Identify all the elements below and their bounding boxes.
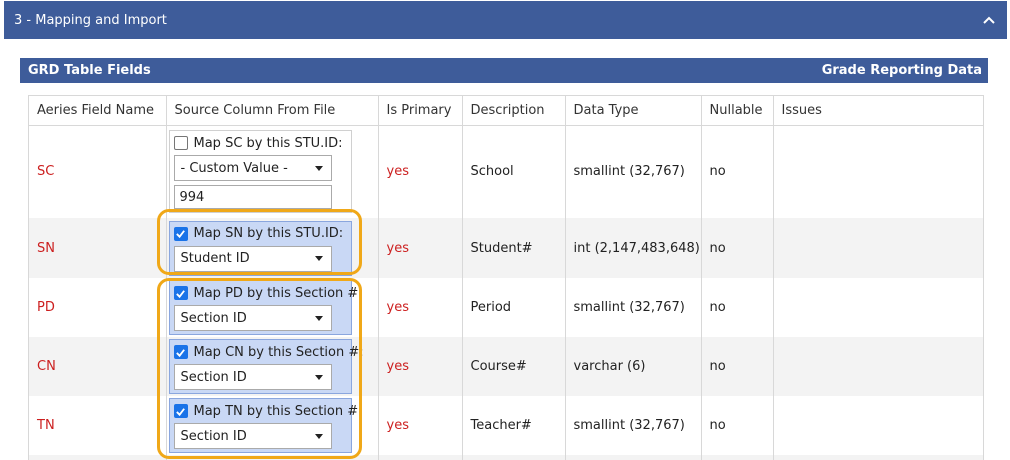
data-type: smallint (32,767) bbox=[565, 278, 702, 337]
is-primary: yes bbox=[378, 396, 463, 455]
map-label: Map SN by this STU.ID: bbox=[193, 226, 344, 241]
is-primary: yes bbox=[378, 125, 463, 218]
field-name: PD bbox=[29, 278, 167, 337]
col-header-source-column: Source Column From File bbox=[166, 96, 379, 126]
dropdown-arrow-icon bbox=[314, 374, 323, 380]
map-box-cn: Map CN by this Section #: Section ID bbox=[168, 339, 364, 394]
select-value: Student ID bbox=[180, 251, 250, 266]
section-header-mapping-import[interactable]: 3 - Mapping and Import bbox=[4, 1, 1007, 39]
nullable: no bbox=[701, 337, 774, 396]
field-name: TN bbox=[29, 396, 167, 455]
map-checkbox-pd[interactable] bbox=[173, 286, 188, 300]
field-name: SC bbox=[29, 125, 167, 218]
is-primary: yes bbox=[378, 278, 463, 337]
field-name: SN bbox=[29, 218, 167, 278]
map-checkbox-sc[interactable] bbox=[173, 136, 188, 151]
panel-subtitle: Grade Reporting Data bbox=[821, 63, 982, 78]
is-primary: yes bbox=[378, 337, 463, 396]
col-header-description: Description bbox=[462, 96, 566, 126]
data-type: int (2,147,483,648) bbox=[565, 218, 702, 278]
issues bbox=[773, 396, 983, 455]
panel-title: GRD Table Fields bbox=[28, 63, 151, 78]
is-primary: yes bbox=[378, 218, 463, 278]
map-checkbox-tn[interactable] bbox=[173, 404, 188, 418]
map-box-tn: Map TN by this Section #: Section ID bbox=[168, 398, 363, 453]
select-value: Section ID bbox=[180, 428, 247, 444]
map-box-pd: Map PD by this Section #: Section ID bbox=[168, 280, 363, 335]
table-row: TN Map TN by this Section #: Section ID bbox=[29, 396, 983, 455]
checkmark-icon bbox=[176, 289, 185, 298]
nullable: no bbox=[701, 218, 774, 278]
section-title: 3 - Mapping and Import bbox=[14, 12, 167, 28]
dropdown-arrow-icon bbox=[314, 315, 323, 321]
dropdown-arrow-icon bbox=[314, 433, 323, 439]
source-select-sc[interactable]: - Custom Value - bbox=[173, 155, 332, 182]
checkmark-icon bbox=[176, 407, 185, 416]
dropdown-arrow-icon bbox=[314, 165, 323, 171]
map-label: Map PD by this Section #: bbox=[193, 285, 363, 301]
checkmark-icon bbox=[176, 230, 185, 239]
table-row: SN Map SN by this STU.ID: Student ID yes… bbox=[29, 218, 983, 278]
col-header-issues: Issues bbox=[773, 96, 983, 126]
source-select-sn[interactable]: Student ID bbox=[173, 245, 332, 272]
col-header-field-name: Aeries Field Name bbox=[29, 96, 167, 126]
checkmark-icon bbox=[176, 348, 185, 357]
select-value: - Custom Value - bbox=[180, 160, 288, 176]
nullable: no bbox=[701, 125, 774, 218]
map-label: Map CN by this Section #: bbox=[193, 344, 364, 360]
col-header-data-type: Data Type bbox=[565, 96, 702, 126]
select-value: Section ID bbox=[180, 369, 247, 385]
map-checkbox-sn[interactable] bbox=[173, 226, 188, 241]
fields-table: Aeries Field Name Source Column From Fil… bbox=[29, 96, 983, 460]
dropdown-arrow-icon bbox=[314, 256, 323, 261]
field-name: CN bbox=[29, 337, 167, 396]
description: School bbox=[462, 125, 566, 218]
source-select-pd[interactable]: Section ID bbox=[173, 305, 332, 331]
description: Teacher# bbox=[462, 396, 566, 455]
custom-value-input-sc[interactable]: 994 bbox=[173, 185, 332, 210]
issues bbox=[773, 125, 983, 218]
issues bbox=[773, 278, 983, 337]
table-row: SC Map SC by this STU.ID: - Custom Value… bbox=[29, 125, 983, 218]
col-header-nullable: Nullable bbox=[701, 96, 774, 126]
map-box-sn: Map SN by this STU.ID: Student ID bbox=[168, 220, 352, 276]
panel-header: GRD Table Fields Grade Reporting Data bbox=[20, 58, 988, 83]
source-select-tn[interactable]: Section ID bbox=[173, 423, 332, 449]
data-type: varchar (6) bbox=[565, 337, 702, 396]
table-row bbox=[29, 455, 983, 460]
description: Student# bbox=[462, 218, 566, 278]
data-type: smallint (32,767) bbox=[565, 396, 702, 455]
issues bbox=[773, 218, 983, 278]
description: Course# bbox=[462, 337, 566, 396]
nullable: no bbox=[701, 396, 774, 455]
map-label: Map TN by this Section #: bbox=[193, 403, 363, 419]
data-type: smallint (32,767) bbox=[565, 125, 702, 218]
source-select-cn[interactable]: Section ID bbox=[173, 364, 332, 390]
custom-value: 994 bbox=[179, 189, 205, 205]
description: Period bbox=[462, 278, 566, 337]
select-value: Section ID bbox=[180, 310, 247, 326]
map-checkbox-cn[interactable] bbox=[173, 345, 188, 359]
fields-table-container: Aeries Field Name Source Column From Fil… bbox=[28, 95, 984, 460]
table-row: PD Map PD by this Section #: Section ID bbox=[29, 278, 983, 337]
nullable: no bbox=[701, 278, 774, 337]
map-label: Map SC by this STU.ID: bbox=[193, 135, 343, 151]
col-header-is-primary: Is Primary bbox=[378, 96, 463, 126]
table-header-row: Aeries Field Name Source Column From Fil… bbox=[29, 96, 983, 126]
map-box-sc: Map SC by this STU.ID: - Custom Value - … bbox=[168, 130, 352, 214]
issues bbox=[773, 337, 983, 396]
chevron-up-icon[interactable] bbox=[981, 12, 997, 28]
table-row: CN Map CN by this Section #: Section ID bbox=[29, 337, 983, 396]
